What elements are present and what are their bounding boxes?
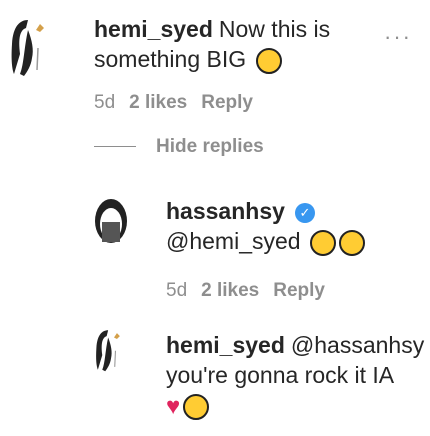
- smile-emoji-icon: [255, 47, 282, 74]
- reply-mention[interactable]: @hemi_syed: [166, 228, 301, 254]
- comment-time: 5d: [94, 92, 116, 113]
- reply-meta: 5d 2 likes Reply: [166, 280, 339, 302]
- reply2-mention[interactable]: @hassanhsy: [291, 332, 424, 358]
- reply-reply-button[interactable]: Reply: [273, 280, 325, 301]
- reply-time: 5d: [166, 280, 188, 301]
- reply2-text: hemi_syed @hassanhsy you're gonna rock it…: [166, 330, 424, 422]
- reply-likes[interactable]: 2 likes: [201, 280, 259, 301]
- reply-username[interactable]: hassanhsy: [166, 198, 285, 224]
- heart-emoji-icon: ♥: [166, 392, 181, 420]
- reply2-body: you're gonna rock it IA: [166, 362, 395, 388]
- avatar-hemi-syed-reply[interactable]: [92, 320, 136, 380]
- reply2-username[interactable]: hemi_syed: [166, 332, 285, 358]
- comment-reply-button[interactable]: Reply: [201, 92, 253, 113]
- divider: [94, 146, 136, 148]
- reply-text: hassanhsy ✓ @hemi_syed: [166, 196, 406, 256]
- verified-badge-icon: ✓: [294, 202, 315, 223]
- comment-text: hemi_syed Now this is something BIG: [94, 14, 394, 74]
- comment-username[interactable]: hemi_syed: [94, 16, 213, 42]
- smile-emoji-icon: [183, 393, 210, 420]
- smile-emoji-icon: [338, 229, 365, 256]
- comment-meta: 5d 2 likes Reply: [94, 92, 267, 114]
- avatar-hemi-syed[interactable]: [6, 14, 66, 80]
- avatar-hassanhsy[interactable]: [94, 198, 128, 244]
- more-options-icon[interactable]: ···: [384, 24, 412, 50]
- hide-replies-button[interactable]: Hide replies: [94, 136, 264, 158]
- smile-emoji-icon: [309, 229, 336, 256]
- comment-likes[interactable]: 2 likes: [129, 92, 187, 113]
